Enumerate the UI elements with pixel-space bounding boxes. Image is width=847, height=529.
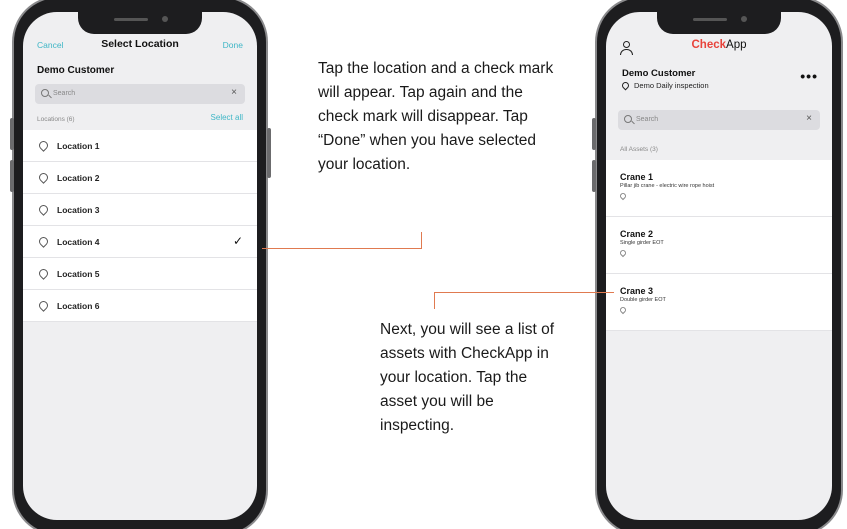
location-pin-icon	[37, 171, 50, 184]
search-icon	[624, 115, 632, 123]
asset-description: Double girder EOT	[620, 297, 666, 303]
clear-icon[interactable]: ×	[806, 113, 812, 124]
side-button	[592, 160, 596, 192]
callout-select-location: Tap the location and a check mark will a…	[318, 60, 554, 173]
location-row-5[interactable]: Location 5	[23, 258, 257, 290]
side-button	[10, 118, 14, 150]
connector-line	[262, 248, 422, 249]
more-options-icon[interactable]: •••	[800, 69, 818, 83]
notch	[657, 12, 781, 34]
asset-row-3[interactable]: Crane 3 Double girder EOT	[606, 274, 832, 331]
side-button	[10, 160, 14, 192]
location-row-1[interactable]: Location 1	[23, 130, 257, 162]
location-pin-icon	[37, 203, 50, 216]
location-row-4[interactable]: Location 4 ✓	[23, 226, 257, 258]
asset-list: Crane 1 Pillar jib crane - electric wire…	[606, 160, 832, 331]
location-label: Location 3	[57, 204, 100, 215]
location-label: Location 4	[57, 236, 100, 247]
location-pin-icon	[37, 299, 50, 312]
assets-count: All Assets (3)	[620, 146, 658, 153]
connector-line	[434, 292, 614, 293]
logo-bold: Check	[691, 39, 727, 51]
location-pin-icon	[37, 267, 50, 280]
customer-name: Demo Customer	[622, 68, 696, 79]
asset-name: Crane 1	[620, 172, 654, 182]
search-placeholder: Search	[53, 90, 76, 97]
asset-description: Pillar jib crane - electric wire rope ho…	[620, 183, 715, 189]
asset-list-screen: CheckApp Demo Customer Demo Daily inspec…	[606, 12, 832, 520]
phone-frame-left: Cancel Select Location Done Demo Custome…	[12, 0, 268, 529]
connector-line	[421, 232, 422, 249]
location-row-2[interactable]: Location 2	[23, 162, 257, 194]
callout-asset-list: Next, you will see a list of assets with…	[380, 321, 555, 434]
location-pin-icon	[618, 248, 628, 258]
search-icon	[41, 89, 49, 97]
location-row-6[interactable]: Location 6	[23, 290, 257, 322]
nav-bar: Cancel Select Location Done	[23, 36, 257, 58]
location-pin-icon	[618, 305, 628, 315]
phone-frame-right: CheckApp Demo Customer Demo Daily inspec…	[595, 0, 843, 529]
location-row-3[interactable]: Location 3	[23, 194, 257, 226]
side-button	[267, 128, 271, 178]
notch	[78, 12, 202, 34]
location-pin-icon	[618, 191, 628, 201]
locations-count: Locations (6)	[37, 116, 75, 123]
location-list: Location 1 Location 2 Location 3 Locatio…	[23, 130, 257, 322]
asset-description: Single girder EOT	[620, 240, 664, 246]
connector-line	[434, 292, 435, 309]
search-placeholder: Search	[636, 116, 659, 123]
location-pin-icon	[37, 235, 50, 248]
checkmark-icon: ✓	[232, 234, 243, 248]
location-pin-icon	[620, 80, 631, 91]
location-label: Location 1	[57, 140, 100, 151]
location-label: Location 6	[57, 300, 100, 311]
select-all-button[interactable]: Select all	[211, 113, 243, 122]
app-logo: CheckApp	[606, 39, 832, 51]
customer-name: Demo Customer	[37, 65, 115, 76]
asset-name: Crane 3	[620, 286, 654, 296]
asset-row-2[interactable]: Crane 2 Single girder EOT	[606, 217, 832, 274]
select-location-screen: Cancel Select Location Done Demo Custome…	[23, 12, 257, 520]
inspection-name: Demo Daily inspection	[620, 80, 709, 91]
logo-regular: App	[726, 39, 747, 51]
search-input[interactable]: Search ×	[35, 84, 245, 104]
location-label: Location 5	[57, 268, 100, 279]
location-pin-icon	[37, 139, 50, 152]
search-input[interactable]: Search ×	[618, 110, 820, 130]
asset-name: Crane 2	[620, 229, 654, 239]
done-button[interactable]: Done	[223, 40, 243, 50]
inspection-label: Demo Daily inspection	[634, 81, 709, 90]
clear-icon[interactable]: ×	[231, 87, 237, 98]
location-label: Location 2	[57, 172, 100, 183]
asset-row-1[interactable]: Crane 1 Pillar jib crane - electric wire…	[606, 160, 832, 217]
side-button	[592, 118, 596, 150]
